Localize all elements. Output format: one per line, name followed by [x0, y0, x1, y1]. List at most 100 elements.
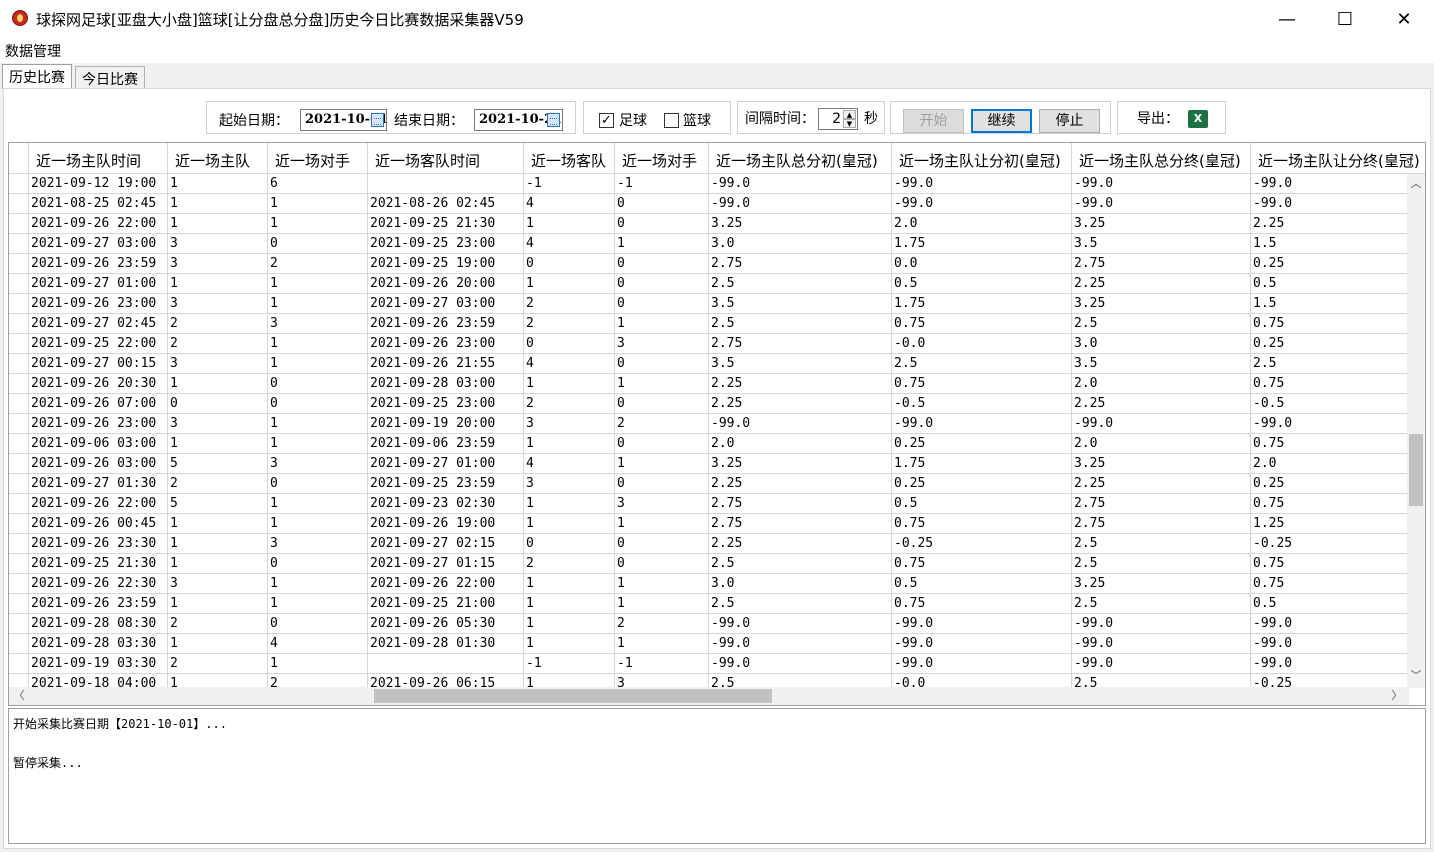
table-cell[interactable]: 1 — [615, 514, 709, 534]
table-cell[interactable]: 2.5 — [1251, 354, 1409, 374]
table-cell[interactable]: 1 — [268, 574, 368, 594]
table-cell[interactable]: 3.25 — [709, 214, 892, 234]
data-table[interactable]: 近一场主队时间 近一场主队 近一场对手 近一场客队时间 近一场客队 近一场对手 近一场主队总… — [8, 142, 1426, 706]
row-header-cell[interactable] — [9, 654, 29, 674]
table-cell[interactable]: 0 — [615, 214, 709, 234]
table-cell[interactable]: -99.0 — [892, 654, 1072, 674]
table-cell[interactable]: 5 — [168, 494, 268, 514]
table-cell[interactable]: 2021-09-28 01:30 — [368, 634, 524, 654]
table-cell[interactable]: 4 — [524, 354, 615, 374]
table-cell[interactable]: 2 — [615, 614, 709, 634]
table-cell[interactable]: 1 — [524, 594, 615, 614]
table-cell[interactable]: 2.0 — [1072, 374, 1251, 394]
table-cell[interactable]: 2.25 — [1072, 474, 1251, 494]
table-cell[interactable]: 2021-09-26 22:00 — [29, 214, 168, 234]
table-cell[interactable]: 0 — [615, 434, 709, 454]
table-cell[interactable]: 0 — [524, 534, 615, 554]
table-cell[interactable]: 2021-09-25 19:00 — [368, 254, 524, 274]
row-header-cell[interactable] — [9, 494, 29, 514]
table-cell[interactable]: 0 — [615, 254, 709, 274]
row-header-cell[interactable] — [9, 234, 29, 254]
table-cell[interactable]: 0 — [615, 474, 709, 494]
table-cell[interactable]: 0.75 — [892, 554, 1072, 574]
table-cell[interactable]: 2.25 — [709, 394, 892, 414]
table-cell[interactable]: 0.75 — [1251, 374, 1409, 394]
table-cell[interactable]: 2021-09-26 20:30 — [29, 374, 168, 394]
maximize-button[interactable]: ☐ — [1316, 0, 1374, 38]
table-cell[interactable]: -99.0 — [892, 634, 1072, 654]
table-cell[interactable]: 2021-09-26 03:00 — [29, 454, 168, 474]
table-cell[interactable]: -99.0 — [1251, 174, 1409, 194]
table-cell[interactable]: 2.25 — [1251, 214, 1409, 234]
table-cell[interactable]: -99.0 — [1251, 654, 1409, 674]
table-cell[interactable]: 2021-09-18 04:00 — [29, 674, 168, 688]
table-cell[interactable]: 3 — [615, 334, 709, 354]
table-cell[interactable]: 1 — [168, 194, 268, 214]
table-cell[interactable]: 2.75 — [1072, 254, 1251, 274]
table-cell[interactable]: 1 — [168, 634, 268, 654]
table-cell[interactable]: 1 — [268, 294, 368, 314]
table-cell[interactable]: 6 — [268, 174, 368, 194]
table-cell[interactable]: 3.0 — [1072, 334, 1251, 354]
table-row[interactable]: 2021-09-28 08:30 2 0 2021-09-26 05:30 1 2 -99.… — [9, 614, 1409, 634]
table-cell[interactable]: 1 — [168, 534, 268, 554]
row-header-cell[interactable] — [9, 554, 29, 574]
table-cell[interactable]: 3 — [615, 494, 709, 514]
football-label[interactable]: 足球 — [619, 110, 647, 130]
table-cell[interactable]: 0.75 — [1251, 574, 1409, 594]
table-cell[interactable]: 0 — [615, 194, 709, 214]
table-cell[interactable]: 1.75 — [892, 294, 1072, 314]
column-header[interactable]: 近一场主队让分初(皇冠) — [892, 143, 1072, 174]
row-header-cell[interactable] — [9, 454, 29, 474]
log-output[interactable]: 开始采集比赛日期【2021-10-01】... 暂停采集... — [8, 708, 1426, 844]
table-cell[interactable]: 3 — [168, 234, 268, 254]
table-cell[interactable]: 3.5 — [1072, 354, 1251, 374]
table-cell[interactable]: 2.5 — [709, 274, 892, 294]
table-row[interactable]: 2021-09-19 03:30 2 1 -1 -1 -99.0 -99.0 -99.0 -99… — [9, 654, 1409, 674]
table-cell[interactable]: 2021-09-23 02:30 — [368, 494, 524, 514]
table-cell[interactable]: 2.0 — [1072, 434, 1251, 454]
table-cell[interactable]: 2021-09-06 03:00 — [29, 434, 168, 454]
table-cell[interactable]: -99.0 — [892, 614, 1072, 634]
table-row[interactable]: 2021-09-06 03:00 1 1 2021-09-06 23:59 1 0 2.0 0… — [9, 434, 1409, 454]
table-cell[interactable]: 1 — [524, 614, 615, 634]
row-header-cell[interactable] — [9, 414, 29, 434]
table-cell[interactable]: 0.75 — [892, 314, 1072, 334]
table-cell[interactable]: 2.25 — [709, 374, 892, 394]
table-cell[interactable]: 1 — [168, 514, 268, 534]
table-cell[interactable]: 0.75 — [892, 374, 1072, 394]
column-header[interactable]: 近一场对手 — [615, 143, 709, 174]
table-cell[interactable]: 2 — [168, 614, 268, 634]
row-header-cell[interactable] — [9, 294, 29, 314]
table-cell[interactable]: 0.75 — [1251, 314, 1409, 334]
table-cell[interactable]: 1 — [268, 514, 368, 534]
row-header-cell[interactable] — [9, 354, 29, 374]
table-cell[interactable]: 0 — [615, 354, 709, 374]
table-row[interactable]: 2021-09-26 23:59 1 1 2021-09-25 21:00 1 1 2.5 0… — [9, 594, 1409, 614]
row-header-cell[interactable] — [9, 254, 29, 274]
row-header-cell[interactable] — [9, 314, 29, 334]
table-cell[interactable]: 3.5 — [709, 354, 892, 374]
table-cell[interactable]: 2.75 — [1072, 494, 1251, 514]
table-cell[interactable]: -1 — [615, 174, 709, 194]
table-cell[interactable]: 2 — [524, 314, 615, 334]
table-cell[interactable]: 2021-09-27 02:15 — [368, 534, 524, 554]
table-cell[interactable]: 0 — [524, 334, 615, 354]
table-cell[interactable]: 2021-09-27 03:00 — [368, 294, 524, 314]
table-row[interactable]: 2021-09-26 22:00 1 1 2021-09-25 21:30 1 0 3.25… — [9, 214, 1409, 234]
calendar-icon[interactable] — [547, 113, 560, 127]
table-row[interactable]: 2021-08-25 02:45 1 1 2021-08-26 02:45 4 0 -99.… — [9, 194, 1409, 214]
table-cell[interactable]: 0.25 — [1251, 254, 1409, 274]
table-cell[interactable]: -99.0 — [709, 634, 892, 654]
table-cell[interactable]: 2021-09-25 21:30 — [29, 554, 168, 574]
table-cell[interactable]: 0.75 — [1251, 434, 1409, 454]
scroll-up-icon[interactable]: ︿ — [1408, 176, 1424, 192]
table-row[interactable]: 2021-09-26 23:00 3 1 2021-09-27 03:00 2 0 3.5 1… — [9, 294, 1409, 314]
table-cell[interactable]: 1 — [168, 594, 268, 614]
table-cell[interactable]: -0.0 — [892, 674, 1072, 688]
row-header-cell[interactable] — [9, 594, 29, 614]
table-row[interactable]: 2021-09-27 03:00 3 0 2021-09-25 23:00 4 1 3.0 1… — [9, 234, 1409, 254]
table-cell[interactable]: 0.5 — [892, 274, 1072, 294]
table-cell[interactable]: 2.25 — [709, 534, 892, 554]
table-cell[interactable]: 0 — [615, 274, 709, 294]
